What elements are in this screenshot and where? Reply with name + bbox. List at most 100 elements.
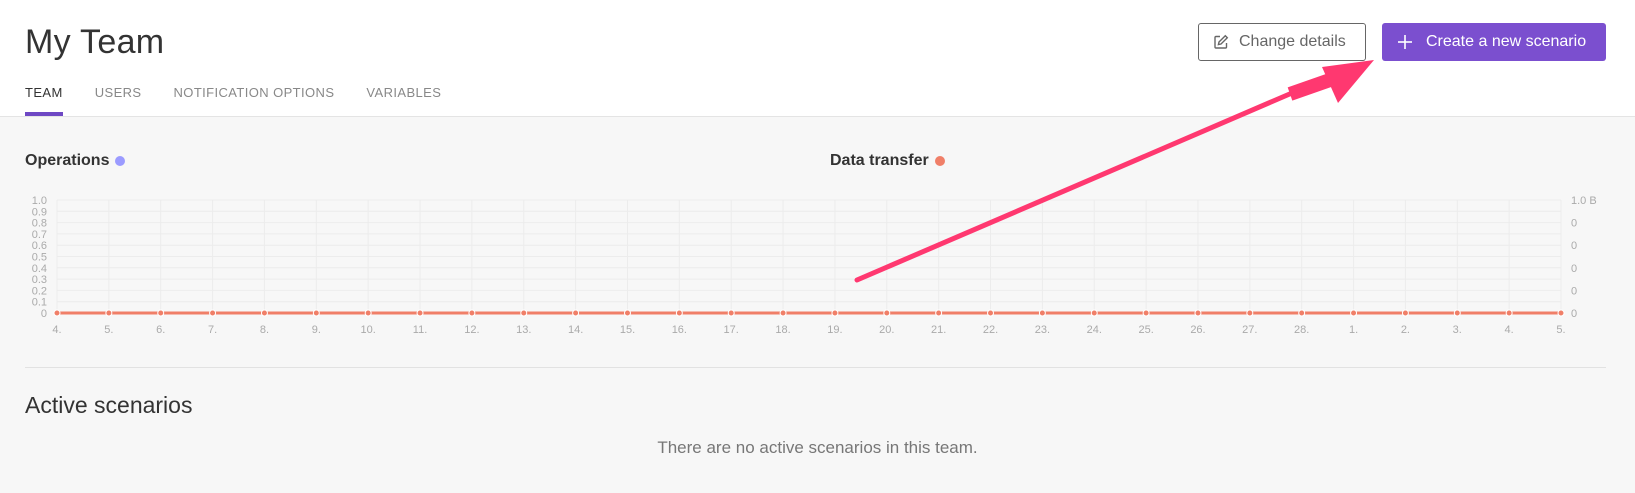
data-point <box>416 309 424 317</box>
x-tick-label: 19. <box>827 324 842 336</box>
x-tick-label: 25. <box>1138 324 1153 336</box>
x-tick-label: 2. <box>1401 324 1410 336</box>
data-point <box>1194 309 1202 317</box>
x-tick-label: 6. <box>156 324 165 336</box>
x-tick-label: 7. <box>208 324 217 336</box>
y-right-tick-label: 0 <box>1571 263 1577 275</box>
data-point <box>831 309 839 317</box>
data-point <box>1350 309 1358 317</box>
x-tick-label: 21. <box>931 324 946 336</box>
change-details-label: Change details <box>1239 33 1346 50</box>
usage-chart: 00.10.20.30.40.50.60.70.80.91.0000001.0 … <box>32 195 1597 336</box>
x-tick-label: 20. <box>879 324 894 336</box>
change-details-button[interactable]: Change details <box>1198 23 1366 61</box>
x-tick-label: 1. <box>1349 324 1358 336</box>
y-left-tick-label: 0.6 <box>32 240 47 252</box>
data-point <box>987 309 995 317</box>
tab-users[interactable]: USERS <box>95 80 142 116</box>
plus-icon <box>1398 35 1412 49</box>
y-right-tick-label: 0 <box>1571 285 1577 297</box>
x-tick-label: 13. <box>516 324 531 336</box>
page-title: My Team <box>25 23 165 61</box>
data-point <box>727 309 735 317</box>
data-transfer-label: Data transfer <box>830 152 929 169</box>
data-point <box>623 309 631 317</box>
x-tick-label: 23. <box>1035 324 1050 336</box>
tab-team[interactable]: TEAM <box>25 80 63 116</box>
data-point <box>675 309 683 317</box>
x-tick-label: 15. <box>620 324 635 336</box>
y-right-tick-label: 1.0 B <box>1571 195 1597 207</box>
x-tick-label: 22. <box>983 324 998 336</box>
data-point <box>1557 309 1565 317</box>
operations-label: Operations <box>25 152 110 169</box>
tab-bar: TEAM USERS NOTIFICATION OPTIONS VARIABLE… <box>25 80 473 116</box>
data-point <box>1505 309 1513 317</box>
data-point <box>1401 309 1409 317</box>
data-point <box>312 309 320 317</box>
x-tick-label: 11. <box>413 324 427 336</box>
active-scenarios-title: Active scenarios <box>25 392 193 418</box>
y-left-tick-label: 0.2 <box>32 285 47 297</box>
data-point <box>260 309 268 317</box>
data-point <box>779 309 787 317</box>
data-point <box>1090 309 1098 317</box>
data-point <box>520 309 528 317</box>
x-tick-label: 3. <box>1453 324 1462 336</box>
data-point <box>883 309 891 317</box>
section-divider <box>25 367 1606 368</box>
y-left-tick-label: 0.5 <box>32 252 47 264</box>
x-tick-label: 8. <box>260 324 269 336</box>
y-right-tick-label: 0 <box>1571 308 1577 320</box>
data-point <box>1453 309 1461 317</box>
data-point <box>1142 309 1150 317</box>
data-point <box>572 309 580 317</box>
x-tick-label: 27. <box>1242 324 1257 336</box>
data-point <box>1038 309 1046 317</box>
data-point <box>105 309 113 317</box>
create-scenario-button[interactable]: Create a new scenario <box>1382 23 1606 61</box>
x-tick-label: 26. <box>1190 324 1205 336</box>
operations-legend: Operations <box>25 152 126 170</box>
data-transfer-legend: Data transfer <box>830 152 945 170</box>
x-tick-label: 28. <box>1294 324 1309 336</box>
x-tick-label: 5. <box>104 324 113 336</box>
data-point <box>157 309 165 317</box>
x-tick-label: 5. <box>1556 324 1565 336</box>
y-left-tick-label: 0.1 <box>32 297 47 309</box>
x-tick-label: 10. <box>361 324 376 336</box>
x-tick-label: 16. <box>672 324 687 336</box>
data-point <box>209 309 217 317</box>
x-tick-label: 4. <box>52 324 61 336</box>
edit-icon <box>1213 34 1229 50</box>
create-scenario-label: Create a new scenario <box>1426 33 1587 50</box>
x-tick-label: 12. <box>464 324 479 336</box>
y-left-tick-label: 0 <box>41 308 47 320</box>
data-point <box>1246 309 1254 317</box>
data-point <box>468 309 476 317</box>
y-right-tick-label: 0 <box>1571 218 1577 230</box>
x-tick-label: 9. <box>312 324 321 336</box>
y-left-tick-label: 0.4 <box>32 263 47 275</box>
x-tick-label: 4. <box>1505 324 1514 336</box>
data-point <box>1298 309 1306 317</box>
page-header: My Team TEAM USERS NOTIFICATION OPTIONS … <box>0 0 1635 117</box>
data-point <box>364 309 372 317</box>
y-right-tick-label: 0 <box>1571 240 1577 252</box>
tab-variables[interactable]: VARIABLES <box>366 80 441 116</box>
y-left-tick-label: 0.8 <box>32 218 47 230</box>
x-tick-label: 14. <box>568 324 583 336</box>
data-point <box>53 309 61 317</box>
x-tick-label: 17. <box>724 324 739 336</box>
empty-scenarios-message: There are no active scenarios in this te… <box>657 438 978 457</box>
operations-color-dot <box>115 156 126 166</box>
data-transfer-color-dot <box>934 156 945 166</box>
x-tick-label: 18. <box>775 324 790 336</box>
tab-notification-options[interactable]: NOTIFICATION OPTIONS <box>174 80 335 116</box>
x-tick-label: 24. <box>1087 324 1102 336</box>
data-point <box>935 309 943 317</box>
y-left-tick-label: 0.3 <box>32 274 47 286</box>
y-left-tick-label: 0.9 <box>32 206 47 218</box>
y-left-tick-label: 0.7 <box>32 229 47 241</box>
y-left-tick-label: 1.0 <box>32 195 47 207</box>
